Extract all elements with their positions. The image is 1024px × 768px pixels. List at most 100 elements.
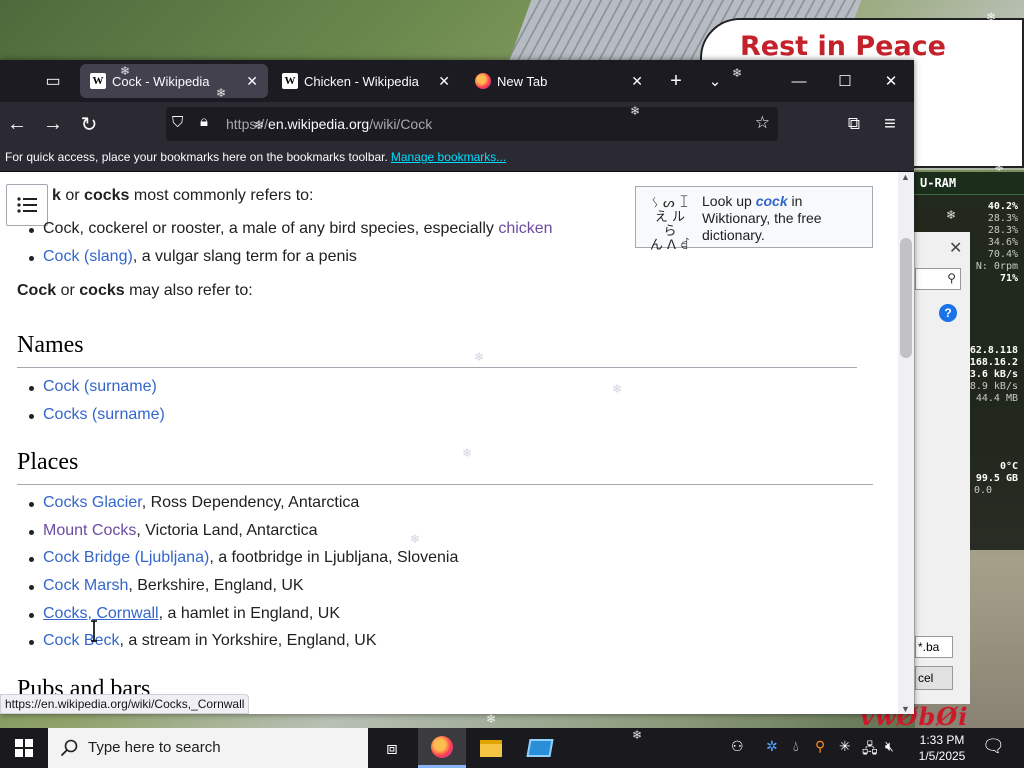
reload-icon[interactable]: ↻ [73,108,105,140]
scrollbar-thumb[interactable] [900,238,912,358]
app-taskbar-icon[interactable] [516,728,564,768]
close-tab-icon[interactable]: ✕ [246,73,258,90]
item-text: , a stream in Yorkshire, England, UK [119,632,377,650]
intro-or: or [65,187,80,204]
wiktionary-pre: Look up [702,193,752,209]
windows-taskbar: Type here to search ⧈ ⚇ ✲ 💧︎ ⚲ ✳ 🖧︎ 🔇︎ 1… [0,728,1024,768]
firefox-taskbar-icon[interactable] [418,728,466,768]
link-status-bar: https://en.wikipedia.org/wiki/Cocks,_Cor… [0,694,250,714]
chicken-link[interactable]: chicken [498,220,552,237]
firefox-logo-icon [475,73,491,89]
cock-beck-link[interactable]: Cock Beck [43,632,119,649]
tab-new-tab[interactable]: New Tab ✕ [465,64,653,98]
list-item: Cocks Glacier, Ross Dependency, Antarcti… [26,494,458,522]
list-all-tabs-chevron-icon[interactable]: ⌄ [692,60,738,102]
url-prefix: https:// [226,116,269,132]
url-path: /wiki/Cock [369,116,433,132]
maximize-icon[interactable]: ☐ [822,60,868,102]
sysmon-title: U-RAM [914,172,1024,195]
cock-slang-link[interactable]: Cock (slang) [43,248,133,265]
tab-title: New Tab [497,73,548,89]
wiktionary-text: Look up cock in Wiktionary, the free dic… [702,193,868,244]
extensions-puzzle-icon[interactable]: ⧉ [838,108,870,140]
help-icon[interactable]: ? [939,304,957,322]
window-app-icon [526,739,554,757]
taskbar-search-box[interactable]: Type here to search [48,728,368,768]
notifications-icon[interactable]: 🗨︎ [982,736,1005,757]
cancel-button[interactable]: cel [915,666,953,690]
list-item: Cock (slang), a vulgar slang term for a … [26,248,553,276]
page-content: k or cocks most commonly refers to: ᛊ ᔕ … [0,172,898,714]
wiktionary-link[interactable]: cock [756,193,788,209]
wikipedia-favicon-icon: W [282,73,298,89]
item-text: , Berkshire, England, UK [128,577,304,595]
page-scrollbar[interactable]: ▲ ▼ [898,172,914,714]
url-text[interactable]: https://en.wikipedia.org/wiki/Cock [226,116,432,132]
network-icon[interactable]: 🖧︎ [862,738,878,762]
cocks-glacier-link[interactable]: Cocks Glacier [43,494,142,511]
intro-list: Cock, cockerel or rooster, a male of any… [26,220,553,275]
also-bold: cocks [79,282,125,299]
tab-chicken-wikipedia[interactable]: W Chicken - Wikipedia ✕ [272,64,460,98]
snowflake-tray-icon[interactable]: ✳ [839,738,851,755]
close-window-icon[interactable]: ✕ [868,60,914,102]
shield-icon[interactable]: ⛉ [172,114,183,131]
url-bar[interactable]: ⛉ 🔒︎ https://en.wikipedia.org/wiki/Cock … [166,107,778,141]
volume-icon[interactable]: 🔇︎ [885,738,894,755]
close-icon[interactable]: ✕ [949,238,962,258]
minimize-icon[interactable]: — [776,60,822,102]
people-icon[interactable]: ⚇ [731,738,744,755]
cock-marsh-link[interactable]: Cock Marsh [43,577,128,594]
also-or: or [60,282,75,299]
lock-icon[interactable]: 🔒︎ [200,113,208,130]
tab-cock-wikipedia[interactable]: W Cock - Wikipedia ✕ [80,64,268,98]
cocks-cornwall-link[interactable]: Cocks, Cornwall [43,605,159,622]
navigation-toolbar: ← → ↻ ⛉ 🔒︎ https://en.wikipedia.org/wiki… [0,102,914,146]
manage-bookmarks-link[interactable]: Manage bookmarks... [391,150,506,164]
text-cursor-icon [91,620,97,642]
bookmarks-hint: For quick access, place your bookmarks h… [5,150,388,164]
tray-app-icon[interactable]: ✲ [766,738,778,755]
bookmark-star-icon[interactable]: ☆ [755,113,770,133]
heading-rule [17,484,873,485]
file-type-select[interactable]: *.ba [915,636,953,658]
list-item: Cocks (surname) [26,406,165,434]
tray-search-icon[interactable]: ⚲ [815,738,825,755]
wiktionary-box: ᛊ ᔕ ꀤえ ル らん ᐱ ꀸ Look up cock in Wiktiona… [635,186,873,253]
intro-bold: cocks [84,187,130,204]
item-text: , Victoria Land, Antarctica [136,521,318,539]
scroll-up-icon[interactable]: ▲ [901,172,910,182]
back-arrow-icon[interactable]: ← [1,108,33,140]
file-explorer-icon[interactable] [467,728,515,768]
forward-arrow-icon[interactable]: → [37,108,69,140]
cocks-surname-link[interactable]: Cocks (surname) [43,406,165,423]
start-button[interactable] [0,728,48,768]
hamburger-menu-icon[interactable]: ≡ [874,108,906,140]
sysmon-value: 40.2% [987,201,1018,212]
heading-rule [17,367,857,368]
clock-time: 1:33 PM [919,733,965,747]
intro-text: most commonly refers to: [133,187,314,204]
item-text: , Ross Dependency, Antarctica [141,494,360,511]
firefox-window: ▭ W Cock - Wikipedia ✕ W Chicken - Wikip… [0,60,914,714]
sign-line-1: Rest in Peace [740,31,946,62]
also-text: may also refer to: [129,282,253,299]
cock-bridge-link[interactable]: Cock Bridge (Ljubljana) [43,549,209,566]
cock-surname-link[interactable]: Cock (surname) [43,378,157,395]
taskbar-clock[interactable]: 1:33 PM 1/5/2025 [910,732,974,764]
close-tab-icon[interactable]: ✕ [631,73,643,90]
firefox-view-icon[interactable]: ▭ [37,65,69,97]
list-icon [17,197,37,213]
intro-line: k or cocks most commonly refers to: [52,187,313,205]
dialog-search-input[interactable]: ⚲ [915,268,961,290]
item-text: Cock, cockerel or rooster, a male of any… [43,220,499,237]
list-item: Mount Cocks, Victoria Land, Antarctica [26,522,458,550]
wiktionary-logo-icon: ᛊ ᔕ ꀤえ ル らん ᐱ ꀸ [649,196,691,253]
mount-cocks-link[interactable]: Mount Cocks [43,522,136,539]
close-tab-icon[interactable]: ✕ [438,73,450,90]
task-view-icon[interactable]: ⧈ [368,728,416,768]
tab-bar: ▭ W Cock - Wikipedia ✕ W Chicken - Wikip… [0,60,914,102]
drop-icon[interactable]: 💧︎ [793,738,799,755]
scroll-down-icon[interactable]: ▼ [901,704,910,714]
background-dialog: ✕ ⚲ ? *.ba cel [914,232,970,704]
